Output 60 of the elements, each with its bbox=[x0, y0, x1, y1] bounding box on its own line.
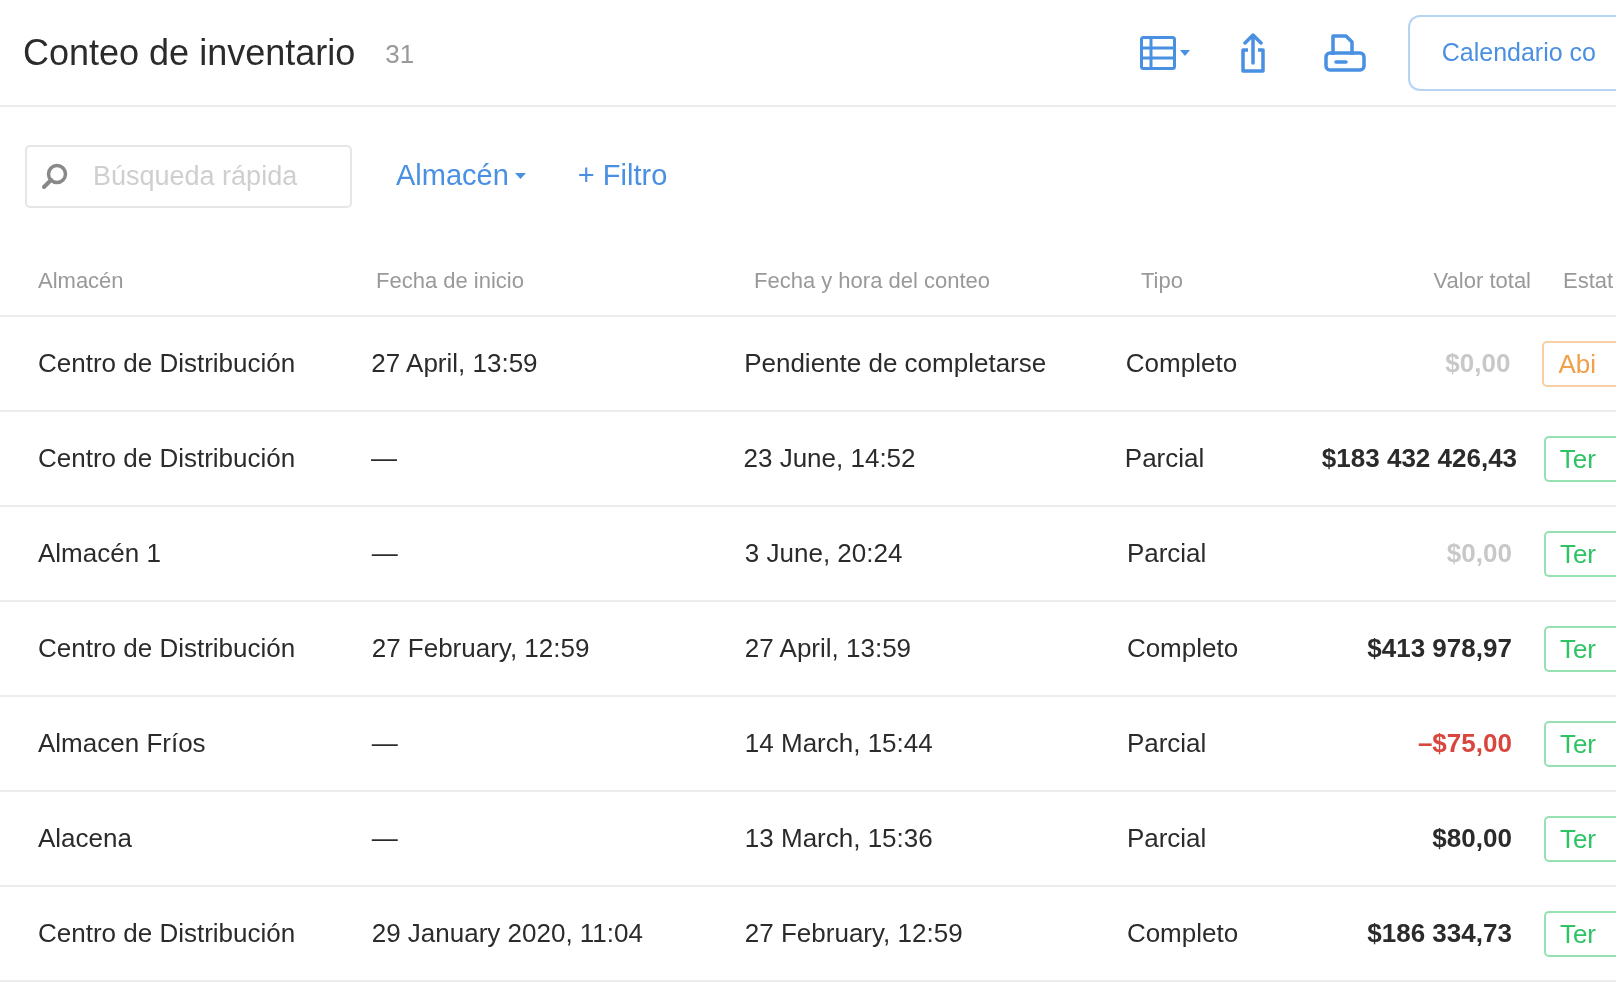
table-cell: — bbox=[371, 443, 398, 473]
table-cell: –$75,00 bbox=[1417, 728, 1512, 758]
column-header[interactable]: Fecha y hora del conteo bbox=[754, 267, 991, 293]
status-badge: Ter bbox=[1543, 815, 1616, 862]
table-cell: Completo bbox=[1125, 348, 1238, 378]
share-icon bbox=[1239, 32, 1266, 73]
table-cell: 23 June, 14:52 bbox=[743, 443, 916, 473]
column-header[interactable]: Tipo bbox=[1141, 267, 1183, 293]
table-cell: 27 April, 13:59 bbox=[744, 633, 912, 663]
printer-icon bbox=[1323, 32, 1366, 73]
table-cell: 13 March, 15:36 bbox=[744, 823, 933, 853]
column-header[interactable]: Almacén bbox=[38, 267, 124, 293]
table-cell: $413 978,97 bbox=[1367, 633, 1512, 663]
table-cell: Centro de Distribución bbox=[38, 918, 296, 948]
share-button[interactable] bbox=[1239, 32, 1266, 73]
status-badge: Ter bbox=[1543, 910, 1616, 957]
table-cell: Alacena bbox=[38, 823, 132, 853]
caret-icon bbox=[1179, 49, 1190, 56]
table-cell: Parcial bbox=[1126, 823, 1207, 853]
add-filter-button[interactable]: + Filtro bbox=[577, 154, 668, 198]
column-header[interactable]: Estat bbox=[1563, 267, 1614, 293]
table-cell: Almacén 1 bbox=[38, 538, 161, 568]
table-cell: — bbox=[371, 538, 398, 568]
table-cell: $183 432 426,43 bbox=[1321, 443, 1518, 473]
table-cell: Parcial bbox=[1126, 538, 1207, 568]
table-cell: Pendiente de completarse bbox=[744, 348, 1047, 378]
status-badge: Ter bbox=[1543, 625, 1616, 672]
status-badge: Ter bbox=[1543, 720, 1616, 767]
page-title: Conteo de inventario bbox=[23, 30, 356, 75]
table-cell: Centro de Distribución bbox=[38, 633, 296, 663]
table-cell: 29 January 2020, 11:04 bbox=[371, 918, 643, 948]
status-badge: Ter bbox=[1543, 530, 1616, 577]
table-cell: 14 March, 15:44 bbox=[744, 728, 933, 758]
table-view-button[interactable] bbox=[1139, 35, 1190, 70]
caret-icon bbox=[514, 173, 526, 179]
table-cell: 27 February, 12:59 bbox=[744, 918, 963, 948]
table-cell: $186 334,73 bbox=[1367, 918, 1512, 948]
table-cell: — bbox=[371, 823, 398, 853]
print-button[interactable] bbox=[1323, 32, 1366, 73]
table-cell: 27 February, 12:59 bbox=[371, 633, 590, 663]
table-cell: Almacen Fríos bbox=[38, 728, 206, 758]
column-header[interactable]: Valor total bbox=[1433, 267, 1531, 293]
table-cell: Centro de Distribución bbox=[38, 443, 296, 473]
record-count: 31 bbox=[385, 38, 415, 71]
table-cell: Parcial bbox=[1126, 728, 1207, 758]
table-cell: 27 April, 13:59 bbox=[371, 348, 538, 378]
table-icon bbox=[1139, 35, 1176, 70]
table-cell: — bbox=[371, 728, 398, 758]
search-icon bbox=[41, 161, 69, 190]
table-cell: Completo bbox=[1126, 918, 1239, 948]
table-cell: 3 June, 20:24 bbox=[744, 538, 903, 568]
table-cell: Centro de Distribución bbox=[38, 348, 296, 378]
table-cell: Parcial bbox=[1124, 443, 1205, 473]
status-badge: Ter bbox=[1543, 435, 1616, 482]
column-header[interactable]: Fecha de inicio bbox=[376, 267, 524, 293]
table-cell: $80,00 bbox=[1432, 823, 1512, 853]
status-badge: Abi bbox=[1542, 340, 1616, 387]
calendar-button[interactable]: Calendario co bbox=[1407, 14, 1616, 91]
warehouse-filter[interactable]: Almacén bbox=[396, 154, 526, 198]
table-cell: Completo bbox=[1126, 633, 1239, 663]
